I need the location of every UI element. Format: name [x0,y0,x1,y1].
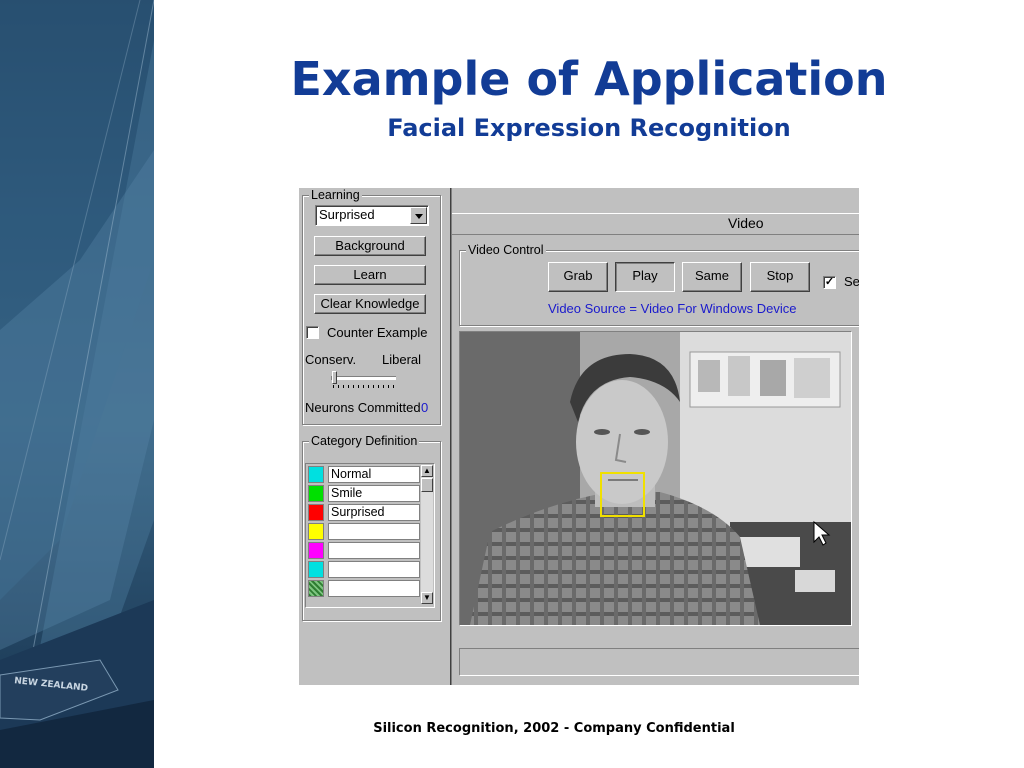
conserv-label: Conserv. [305,352,357,367]
category-name-field[interactable] [328,580,420,597]
clear-knowledge-button[interactable]: Clear Knowledge [314,294,426,314]
grab-button[interactable]: Grab [548,262,608,292]
slide-title: Example of Application [290,52,888,106]
status-bar [459,648,859,676]
category-name-field[interactable]: Smile [328,485,420,502]
category-color-swatch[interactable] [308,561,324,578]
chevron-down-icon[interactable] [410,207,427,224]
background-button[interactable]: Background [314,236,426,256]
video-source-text: Video Source = Video For Windows Device [548,301,797,316]
scroll-thumb[interactable] [421,478,433,492]
same-button[interactable]: Same [682,262,742,292]
learning-category-select[interactable]: Surprised [315,205,429,226]
category-color-swatch[interactable] [308,580,324,597]
category-row[interactable] [307,579,422,598]
neurons-committed-label: Neurons Committed [305,400,421,415]
category-list: Normal Smile Surprised ▲ ▼ [305,463,435,608]
video-title: Video [728,215,764,231]
category-name-field[interactable]: Normal [328,466,420,483]
stop-button[interactable]: Stop [750,262,810,292]
video-titlebar: Video [452,213,859,235]
category-color-swatch[interactable] [308,542,324,559]
category-row[interactable] [307,522,422,541]
category-name-field[interactable]: Surprised [328,504,420,521]
category-color-swatch[interactable] [308,504,324,521]
learning-category-value: Surprised [319,207,375,222]
scroll-down-icon[interactable]: ▼ [421,592,433,604]
learning-group-label: Learning [309,188,362,202]
scroll-up-icon[interactable]: ▲ [421,465,433,477]
influence-slider-thumb[interactable] [332,371,337,384]
settings-checkbox[interactable]: ✓ [823,276,836,289]
category-name-field[interactable] [328,523,420,540]
slide-footer: Silicon Recognition, 2002 - Company Conf… [373,721,735,736]
liberal-label: Liberal [382,352,422,367]
counter-example-label: Counter Example [327,325,428,340]
category-row[interactable] [307,560,422,579]
settings-checkbox-label: Se [844,274,859,289]
category-name-field[interactable] [328,561,420,578]
category-row[interactable]: Smile [307,484,422,503]
category-color-swatch[interactable] [308,523,324,540]
learn-button[interactable]: Learn [314,265,426,285]
video-pane: Video Video Control Grab Play Same Stop … [451,188,859,685]
recognition-app-window: Learning Surprised Background Learn Clea… [299,188,859,685]
video-control-label: Video Control [466,243,546,257]
category-row[interactable]: Surprised [307,503,422,522]
category-row[interactable] [307,541,422,560]
sailboat-illustration [0,0,154,768]
category-color-swatch[interactable] [308,485,324,502]
category-definition-label: Category Definition [309,434,420,448]
side-photo-band: NEW ZEALAND [0,0,154,768]
category-scrollbar[interactable]: ▲ ▼ [421,465,433,604]
webcam-face-image [460,332,851,625]
category-name-field[interactable] [328,542,420,559]
neurons-committed-value: 0 [421,400,429,415]
slider-ticks [333,385,395,388]
influence-slider-track[interactable] [331,376,396,380]
video-frame[interactable] [459,331,852,626]
category-row[interactable]: Normal [307,465,422,484]
play-button[interactable]: Play [615,262,675,292]
category-color-swatch[interactable] [308,466,324,483]
counter-example-checkbox[interactable] [306,326,319,339]
slide-subtitle: Facial Expression Recognition [387,114,791,142]
